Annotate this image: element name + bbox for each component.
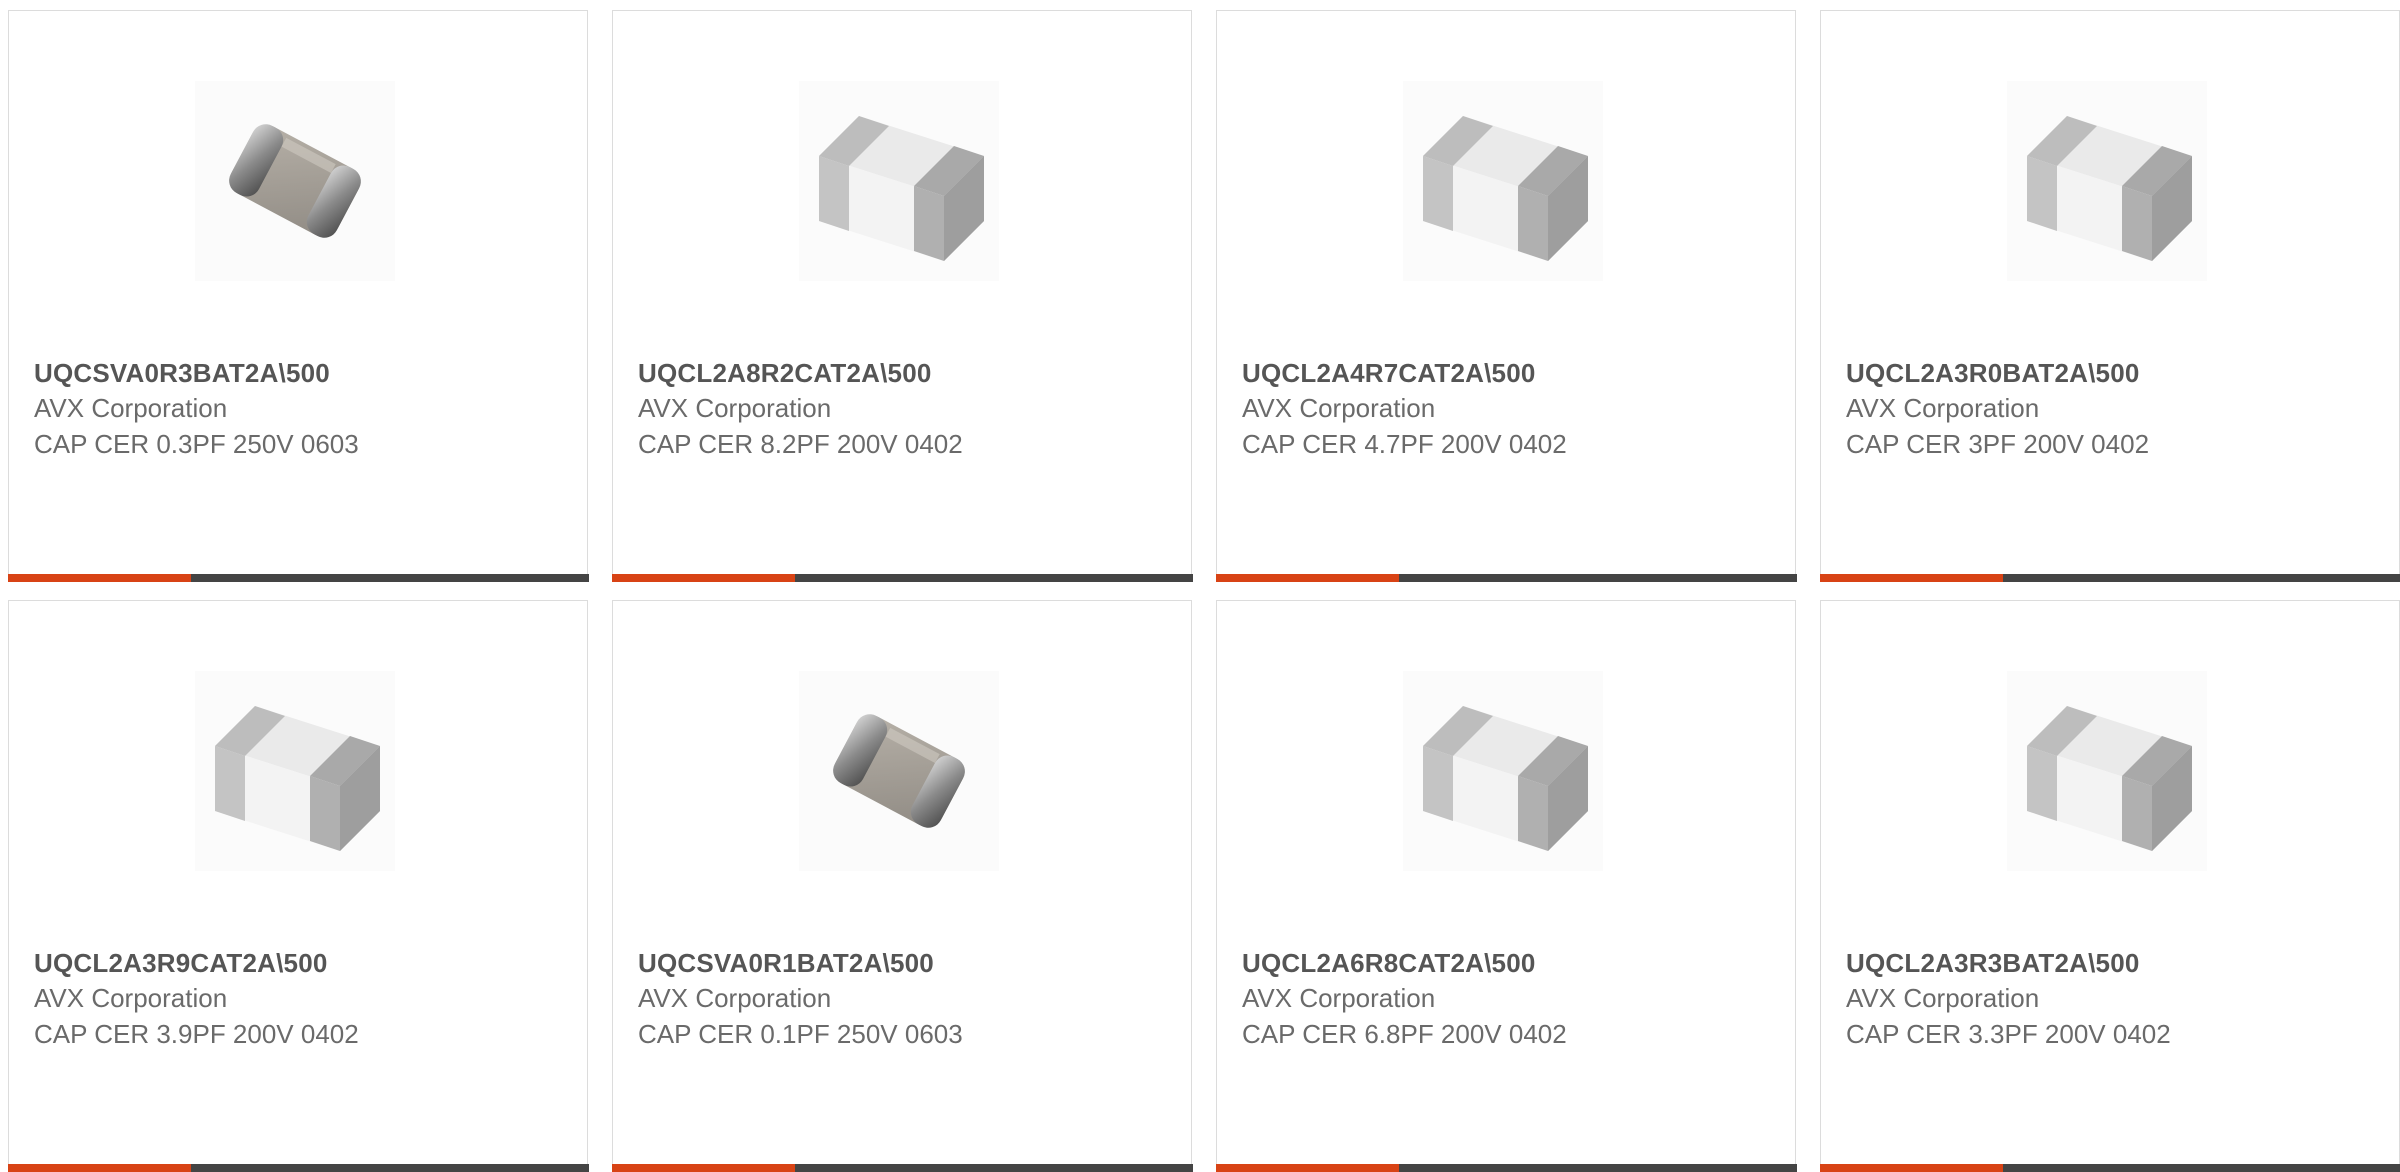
description: CAP CER 0.3PF 250V 0603	[34, 426, 567, 462]
manufacturer: AVX Corporation	[34, 980, 567, 1016]
manufacturer: AVX Corporation	[1846, 390, 2379, 426]
part-number[interactable]: UQCSVA0R1BAT2A\500	[638, 946, 1171, 980]
description: CAP CER 4.7PF 200V 0402	[1242, 426, 1775, 462]
manufacturer: AVX Corporation	[1242, 980, 1775, 1016]
product-card[interactable]: UQCSVA0R1BAT2A\500 AVX Corporation CAP C…	[612, 600, 1192, 1171]
product-card[interactable]: UQCL2A3R9CAT2A\500 AVX Corporation CAP C…	[8, 600, 588, 1171]
card-accent-bar	[1820, 1164, 2400, 1172]
product-info: UQCL2A3R0BAT2A\500 AVX Corporation CAP C…	[1846, 356, 2379, 462]
card-accent-bar	[1820, 574, 2400, 582]
part-number[interactable]: UQCL2A3R3BAT2A\500	[1846, 946, 2379, 980]
manufacturer: AVX Corporation	[1846, 980, 2379, 1016]
capacitor-0402-icon[interactable]	[2007, 81, 2207, 281]
product-card[interactable]: UQCSVA0R3BAT2A\500 AVX Corporation CAP C…	[8, 10, 588, 581]
part-number[interactable]: UQCL2A3R9CAT2A\500	[34, 946, 567, 980]
product-card[interactable]: UQCL2A8R2CAT2A\500 AVX Corporation CAP C…	[612, 10, 1192, 581]
product-info: UQCL2A4R7CAT2A\500 AVX Corporation CAP C…	[1242, 356, 1775, 462]
manufacturer: AVX Corporation	[1242, 390, 1775, 426]
product-info: UQCL2A3R3BAT2A\500 AVX Corporation CAP C…	[1846, 946, 2379, 1052]
product-card[interactable]: UQCL2A4R7CAT2A\500 AVX Corporation CAP C…	[1216, 10, 1796, 581]
product-card[interactable]: UQCL2A6R8CAT2A\500 AVX Corporation CAP C…	[1216, 600, 1796, 1171]
capacitor-0402-icon[interactable]	[1403, 671, 1603, 871]
card-accent-bar	[1216, 1164, 1797, 1172]
capacitor-0402-icon[interactable]	[799, 81, 999, 281]
card-accent-bar	[8, 1164, 589, 1172]
part-number[interactable]: UQCL2A3R0BAT2A\500	[1846, 356, 2379, 390]
card-accent-bar	[612, 574, 1193, 582]
description: CAP CER 3PF 200V 0402	[1846, 426, 2379, 462]
product-info: UQCL2A8R2CAT2A\500 AVX Corporation CAP C…	[638, 356, 1171, 462]
card-accent-bar	[8, 574, 589, 582]
capacitor-0402-icon[interactable]	[195, 671, 395, 871]
product-info: UQCL2A6R8CAT2A\500 AVX Corporation CAP C…	[1242, 946, 1775, 1052]
description: CAP CER 0.1PF 250V 0603	[638, 1016, 1171, 1052]
product-info: UQCL2A3R9CAT2A\500 AVX Corporation CAP C…	[34, 946, 567, 1052]
product-card[interactable]: UQCL2A3R0BAT2A\500 AVX Corporation CAP C…	[1820, 10, 2400, 581]
capacitor-0603-icon[interactable]	[799, 671, 999, 871]
part-number[interactable]: UQCSVA0R3BAT2A\500	[34, 356, 567, 390]
description: CAP CER 3.9PF 200V 0402	[34, 1016, 567, 1052]
part-number[interactable]: UQCL2A6R8CAT2A\500	[1242, 946, 1775, 980]
manufacturer: AVX Corporation	[638, 390, 1171, 426]
description: CAP CER 8.2PF 200V 0402	[638, 426, 1171, 462]
card-accent-bar	[1216, 574, 1797, 582]
description: CAP CER 6.8PF 200V 0402	[1242, 1016, 1775, 1052]
manufacturer: AVX Corporation	[34, 390, 567, 426]
capacitor-0603-icon[interactable]	[195, 81, 395, 281]
card-accent-bar	[612, 1164, 1193, 1172]
part-number[interactable]: UQCL2A8R2CAT2A\500	[638, 356, 1171, 390]
product-info: UQCSVA0R3BAT2A\500 AVX Corporation CAP C…	[34, 356, 567, 462]
capacitor-0402-icon[interactable]	[2007, 671, 2207, 871]
product-grid: UQCSVA0R3BAT2A\500 AVX Corporation CAP C…	[8, 10, 2400, 1171]
product-info: UQCSVA0R1BAT2A\500 AVX Corporation CAP C…	[638, 946, 1171, 1052]
part-number[interactable]: UQCL2A4R7CAT2A\500	[1242, 356, 1775, 390]
product-card[interactable]: UQCL2A3R3BAT2A\500 AVX Corporation CAP C…	[1820, 600, 2400, 1171]
manufacturer: AVX Corporation	[638, 980, 1171, 1016]
description: CAP CER 3.3PF 200V 0402	[1846, 1016, 2379, 1052]
capacitor-0402-icon[interactable]	[1403, 81, 1603, 281]
